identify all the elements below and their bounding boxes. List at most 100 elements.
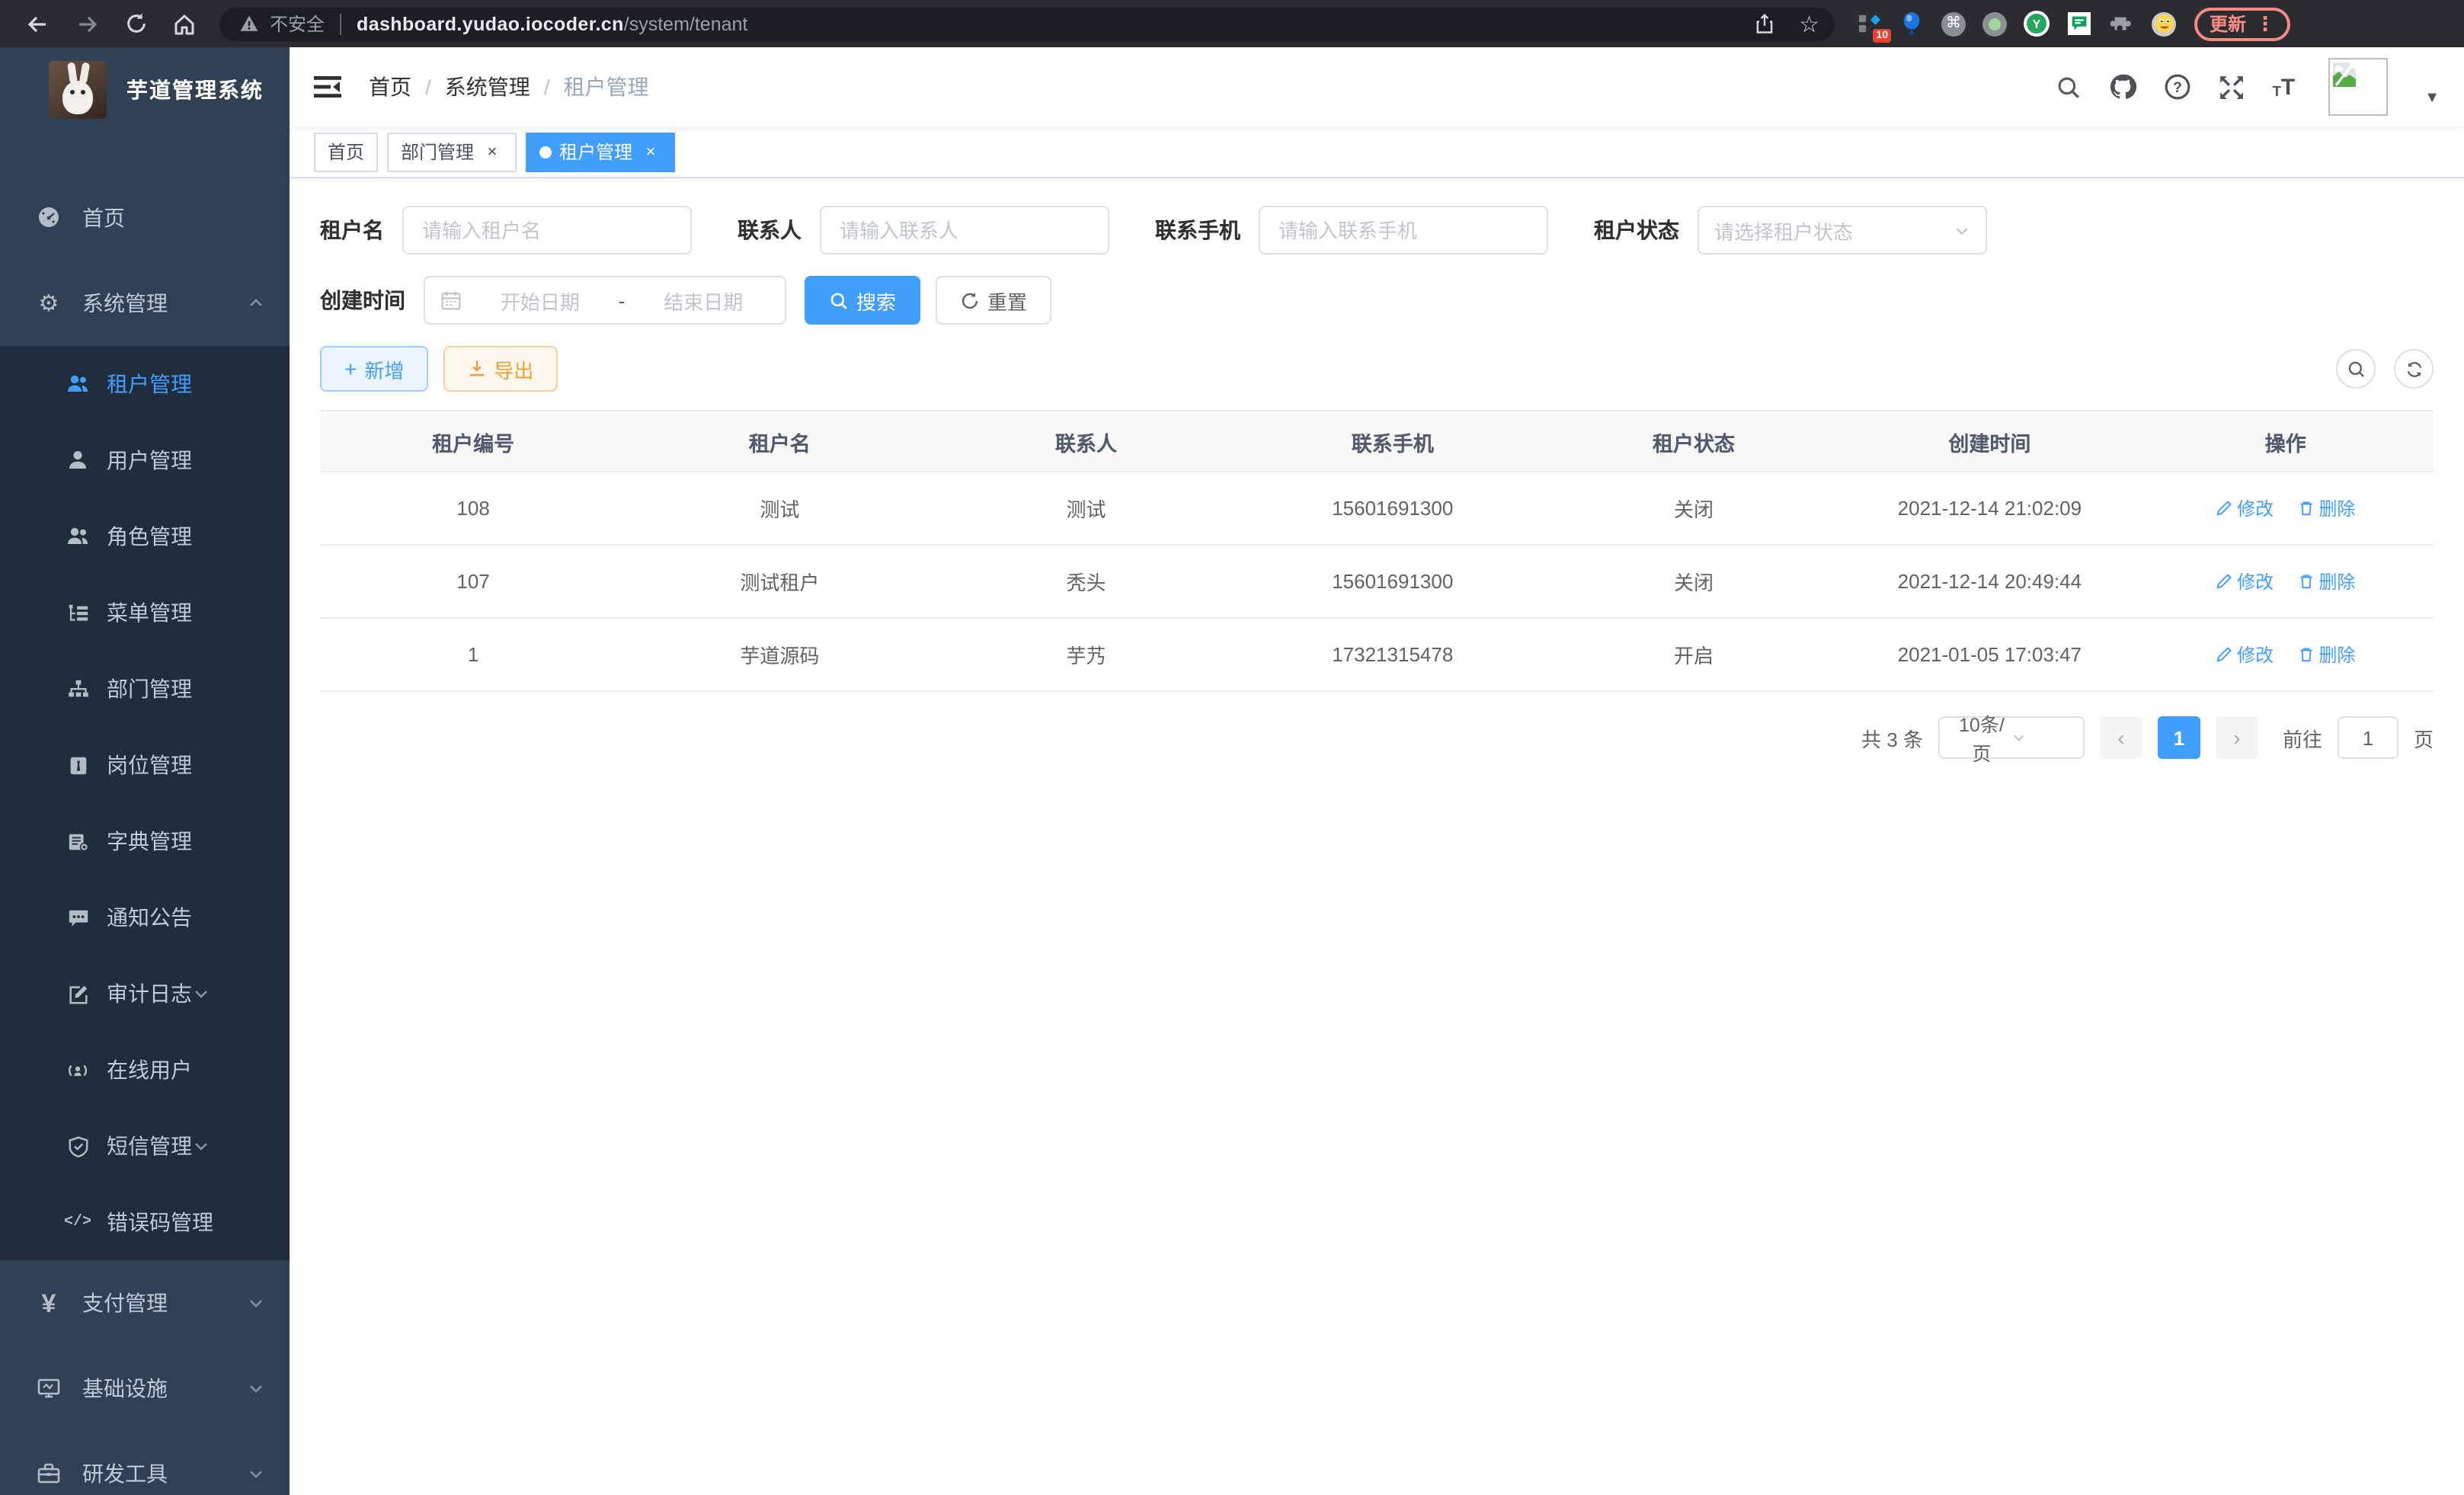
toggle-search-button[interactable] [2336,349,2376,389]
contact-input[interactable] [820,206,1109,255]
chrome-update-button[interactable]: 更新 ⋮ [2194,7,2290,40]
pagination: 共 3 条 10条/页 ‹ 1 › 前往 页 [320,716,2434,759]
share-icon[interactable] [1750,10,1778,37]
col-tenant-id: 租户编号 [320,411,626,472]
breadcrumb-system[interactable]: 系统管理 [445,72,530,102]
search-button[interactable]: 搜索 [805,276,920,325]
cell-actions: 修改 删除 [2138,545,2434,618]
tag-tenant-active[interactable]: 租户管理 × [526,132,675,171]
page-1-button[interactable]: 1 [2158,716,2200,759]
delete-link[interactable]: 删除 [2297,495,2355,521]
bookmark-star-icon[interactable]: ☆ [1799,10,1819,37]
breadcrumb-home[interactable]: 首页 [369,72,411,102]
sidebar-item-home[interactable]: 首页 [0,175,290,261]
warning-icon [235,10,262,37]
sidebar-item-menu[interactable]: 菜单管理 [0,575,290,651]
help-icon[interactable]: ? [2165,73,2192,101]
tenant-name-input[interactable] [402,206,692,255]
tag-label: 首页 [328,139,364,165]
browser-forward-icon[interactable] [73,10,101,37]
sidebar-item-label: 基础设施 [82,1373,247,1404]
cell-id: 1 [320,618,626,691]
tag-dept[interactable]: 部门管理 × [387,132,517,171]
extension-grid-icon[interactable]: 10 [1856,11,1882,37]
prev-page-button[interactable]: ‹ [2100,716,2142,759]
sidebar-item-dict[interactable]: 字典管理 [0,803,290,879]
cell-id: 108 [320,472,626,545]
calendar-icon [440,290,462,311]
table-row: 107 测试租户 秃头 15601691300 关闭 2021-12-14 20… [320,545,2434,618]
caret-down-icon[interactable]: ▼ [2424,89,2440,106]
extension-balloon-icon[interactable] [1899,11,1925,37]
reset-button[interactable]: 重置 [936,276,1051,325]
sidebar-item-system[interactable]: ⚙ 系统管理 [0,261,290,346]
edit-link[interactable]: 修改 [2216,495,2274,521]
status-select[interactable]: 请选择租户状态 [1698,206,1987,255]
create-time-range-picker[interactable]: 开始日期 - 结束日期 [424,276,786,325]
sidebar-item-audit-log[interactable]: 审计日志 [0,956,290,1032]
col-actions: 操作 [2138,411,2434,472]
close-icon[interactable]: × [482,141,503,162]
browser-reload-icon[interactable] [122,10,149,37]
sidebar-item-post[interactable]: 岗位管理 [0,727,290,803]
mobile-input[interactable] [1259,206,1548,255]
extension-dot-icon[interactable] [1982,11,2007,36]
cell-created: 2021-12-14 20:49:44 [1842,545,2137,618]
sidebar-item-payment[interactable]: ¥ 支付管理 [0,1260,290,1346]
create-time-label: 创建时间 [320,285,405,315]
github-icon[interactable] [2110,73,2137,101]
browser-back-icon[interactable] [24,10,52,37]
sidebar-item-dept[interactable]: 部门管理 [0,651,290,727]
edit-link[interactable]: 修改 [2216,568,2274,594]
sidebar-item-label: 研发工具 [82,1458,247,1489]
search-icon[interactable] [2056,74,2082,100]
fullscreen-icon[interactable] [2219,74,2245,100]
security-label[interactable]: 不安全 [270,11,325,37]
extension-command-icon[interactable]: ⌘ [1941,11,1966,36]
tag-home[interactable]: 首页 [314,132,378,171]
export-button[interactable]: 导出 [443,346,558,392]
avatar[interactable] [2328,58,2388,116]
extension-emoji-icon[interactable] [2152,11,2176,36]
goto-page-input[interactable] [2338,716,2398,759]
extension-y-icon[interactable]: Y [2024,11,2050,37]
dashboard-icon [30,206,67,230]
browser-home-icon[interactable] [171,10,198,37]
url-bar[interactable]: 不安全 dashboard.yudao.iocoder.cn/system/te… [219,7,1835,40]
edit-link[interactable]: 修改 [2216,642,2274,667]
chevron-down-icon [192,1137,210,1155]
chevron-up-icon [247,294,265,312]
tag-label: 部门管理 [401,139,474,165]
cell-mobile: 15601691300 [1240,545,1546,618]
chevron-down-icon [192,984,210,1003]
sidebar-item-online-users[interactable]: 在线用户 [0,1032,290,1108]
export-button-label: 导出 [494,354,533,383]
screen: 不安全 dashboard.yudao.iocoder.cn/system/te… [0,0,2464,1495]
next-page-button[interactable]: › [2216,716,2258,759]
add-button[interactable]: + 新增 [320,346,428,392]
close-icon[interactable]: × [640,141,661,162]
sidebar-item-infra[interactable]: 基础设施 [0,1346,290,1431]
extension-puzzle-icon[interactable] [2109,11,2135,37]
main-area: 首页 / 系统管理 / 租户管理 ? [290,47,2464,1495]
org-tree-icon [61,677,94,700]
sidebar-item-sms[interactable]: 短信管理 [0,1108,290,1184]
sidebar-item-label: 错误码管理 [107,1207,213,1237]
font-size-icon[interactable]: TT [2273,75,2295,98]
sidebar-item-user[interactable]: 用户管理 [0,422,290,498]
cell-contact: 芋艿 [933,618,1239,691]
page-size-select[interactable]: 10条/页 [1938,716,2085,759]
sidebar-item-notice[interactable]: 通知公告 [0,879,290,956]
sidebar-collapse-icon[interactable] [314,75,341,99]
sidebar-item-role[interactable]: 角色管理 [0,498,290,575]
delete-link[interactable]: 删除 [2297,568,2355,594]
extension-chat-icon[interactable] [2066,11,2092,37]
page-size-value: 10条/页 [1952,709,2011,767]
delete-link[interactable]: 删除 [2297,642,2355,667]
sidebar-item-error-code[interactable]: </> 错误码管理 [0,1184,290,1260]
refresh-button[interactable] [2394,349,2434,389]
chrome-menu-kebab-icon[interactable]: ⋮ [2255,11,2275,36]
sidebar-logo[interactable]: 芋道管理系统 [0,47,290,133]
sidebar-item-tenant[interactable]: 租户管理 [0,346,290,422]
sidebar-item-devtools[interactable]: 研发工具 [0,1431,290,1495]
